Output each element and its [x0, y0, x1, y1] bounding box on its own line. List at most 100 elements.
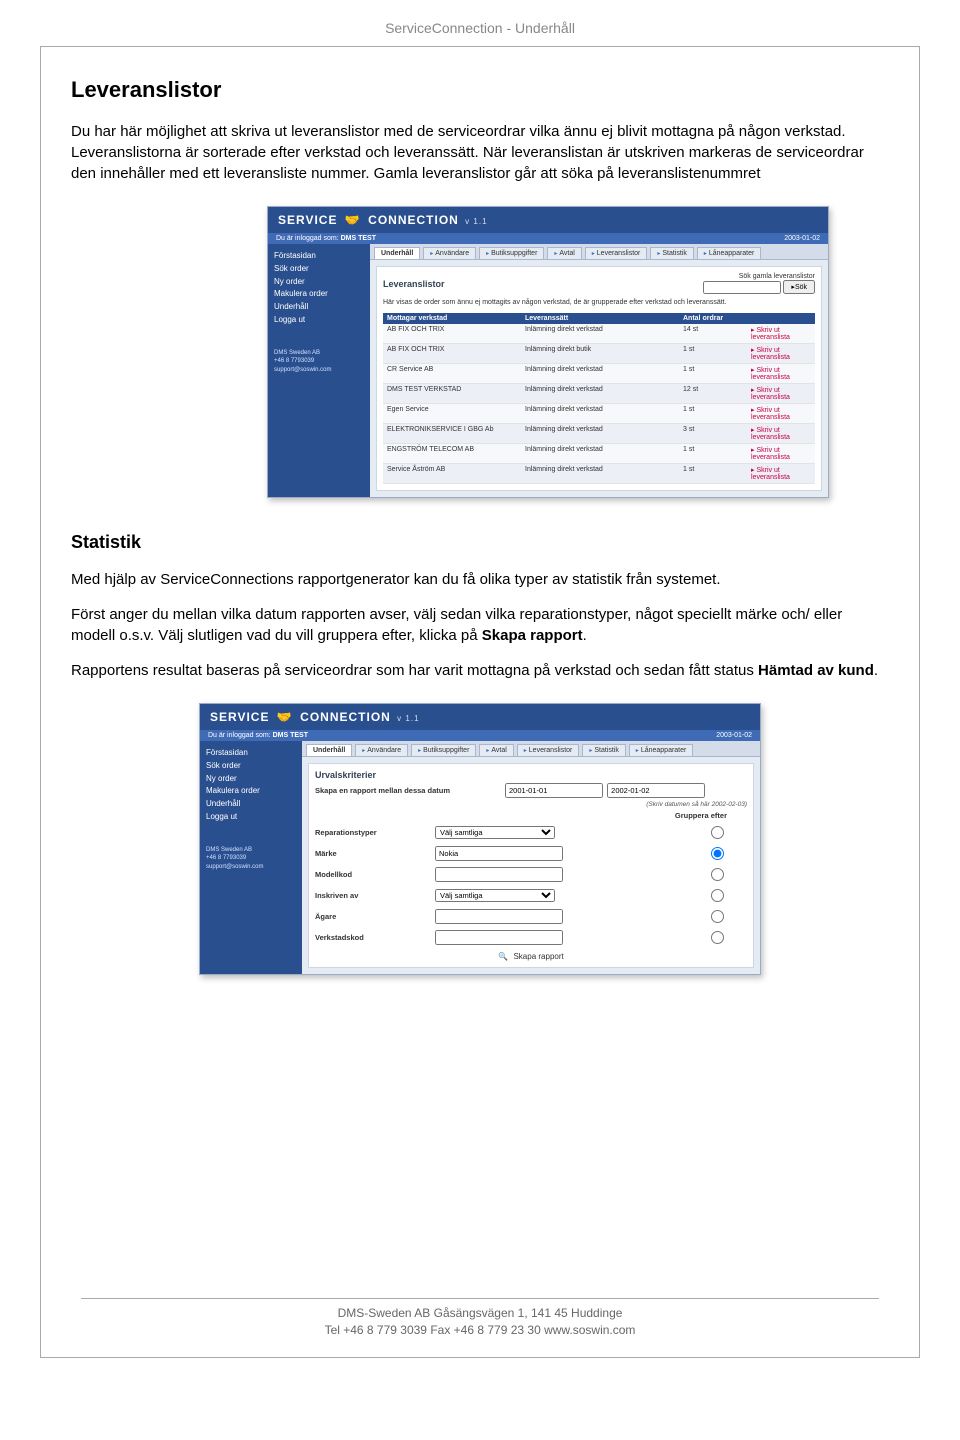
tab-statistik[interactable]: ▸Statistik — [650, 247, 694, 259]
login-bar: Du är inloggad som: DMS TEST 2003-01-02 — [200, 730, 760, 741]
section1-paragraph: Du har här möjlighet att skriva ut lever… — [71, 121, 889, 184]
date-hint: (Skriv datumen så här 2002-02-03) — [646, 801, 747, 808]
table-row: ELEKTRONIKSERVICE I GBG AbInlämning dire… — [383, 424, 815, 444]
section2-title: Statistik — [71, 532, 889, 553]
table-row: Service Åström ABInlämning direkt verkst… — [383, 464, 815, 484]
tab-bar: Underhåll ▸Användare ▸Butiksuppgifter ▸A… — [370, 244, 828, 260]
tab-anvandare[interactable]: ▸Användare — [355, 744, 408, 756]
print-link[interactable]: ▸Skriv ut leveranslista — [747, 324, 815, 343]
table-row: CR Service ABInlämning direkt verkstad1 … — [383, 364, 815, 384]
screenshot-statistik: SERVICE 🤝 CONNECTION v 1.1 Du är inlogga… — [199, 703, 761, 975]
row-agare: Ägare — [315, 907, 747, 925]
search-button[interactable]: ▸Sök — [783, 280, 815, 294]
support-block: DMS Sweden AB +46 8 7793039 support@sosw… — [206, 846, 296, 871]
sidebar-item[interactable]: Logga ut — [274, 314, 364, 327]
group-radio-reparationstyper[interactable] — [711, 826, 724, 839]
search-label: Sök gamla leveranslistor — [703, 273, 815, 280]
sidebar-item[interactable]: Ny order — [274, 276, 364, 289]
date-row: Skapa en rapport mellan dessa datum — [315, 783, 747, 798]
verkstad-input[interactable] — [435, 930, 563, 945]
sidebar-item[interactable]: Förstasidan — [274, 250, 364, 263]
row-verkstad: Verkstadskod — [315, 928, 747, 946]
create-report-link[interactable]: Skapa rapport — [513, 952, 563, 961]
sidebar-item[interactable]: Makulera order — [274, 288, 364, 301]
tab-underhall[interactable]: Underhåll — [306, 744, 352, 756]
row-marke: Märke — [315, 844, 747, 862]
app-header: SERVICE 🤝 CONNECTION v 1.1 — [268, 207, 828, 233]
doc-header: ServiceConnection - Underhåll — [40, 20, 920, 36]
sidebar-item[interactable]: Logga ut — [206, 811, 296, 824]
section2-p3: Rapportens resultat baseras på serviceor… — [71, 660, 889, 681]
modellkod-input[interactable] — [435, 867, 563, 882]
tab-leveranslistor[interactable]: ▸Leveranslistor — [517, 744, 580, 756]
print-link[interactable]: ▸Skriv ut leveranslista — [747, 384, 815, 403]
section1-title: Leveranslistor — [71, 77, 889, 103]
tab-anvandare[interactable]: ▸Användare — [423, 247, 476, 259]
search-block: Sök gamla leveranslistor ▸Sök — [703, 273, 815, 294]
group-radio-modellkod[interactable] — [711, 868, 724, 881]
tab-butiksuppgifter[interactable]: ▸Butiksuppgifter — [411, 744, 476, 756]
print-link[interactable]: ▸Skriv ut leveranslista — [747, 464, 815, 483]
handshake-icon: 🤝 — [342, 213, 364, 227]
support-block: DMS Sweden AB +46 8 7793039 support@sosw… — [274, 349, 364, 374]
table-row: DMS TEST VERKSTADInlämning direkt verkst… — [383, 384, 815, 404]
tab-avtal[interactable]: ▸Avtal — [479, 744, 513, 756]
table-header: Mottagar verkstad Leveranssätt Antal ord… — [383, 313, 815, 324]
print-link[interactable]: ▸Skriv ut leveranslista — [747, 404, 815, 423]
print-link[interactable]: ▸Skriv ut leveranslista — [747, 424, 815, 443]
tab-butiksuppgifter[interactable]: ▸Butiksuppgifter — [479, 247, 544, 259]
handshake-icon: 🤝 — [274, 710, 296, 724]
reparationstyper-select[interactable]: Välj samtliga — [435, 826, 555, 839]
sidebar: Förstasidan Sök order Ny order Makulera … — [200, 741, 302, 974]
app-header: SERVICE 🤝 CONNECTION v 1.1 — [200, 704, 760, 730]
inskriven-select[interactable]: Välj samtliga — [435, 889, 555, 902]
content-box: Leveranslistor Du har här möjlighet att … — [40, 46, 920, 1358]
tab-laneapparater[interactable]: ▸Låneapparater — [629, 744, 694, 756]
sidebar-item[interactable]: Underhåll — [206, 798, 296, 811]
sidebar-item[interactable]: Förstasidan — [206, 747, 296, 760]
table-row: AB FIX OCH TRIXInlämning direkt butik1 s… — [383, 344, 815, 364]
screenshot-leveranslistor-wrap: SERVICE 🤝 CONNECTION v 1.1 Du är inlogga… — [71, 206, 889, 498]
table-row: ENGSTRÖM TELECOM ABInlämning direkt verk… — [383, 444, 815, 464]
search-input[interactable] — [703, 281, 781, 294]
tab-statistik[interactable]: ▸Statistik — [582, 744, 626, 756]
row-inskriven: Inskriven av Välj samtliga — [315, 886, 747, 904]
screenshot-leveranslistor: SERVICE 🤝 CONNECTION v 1.1 Du är inlogga… — [267, 206, 829, 498]
panel-title: Leveranslistor — [383, 279, 445, 289]
marke-input[interactable] — [435, 846, 563, 861]
panel-description: Här visas de order som ännu ej mottagits… — [383, 298, 815, 307]
agare-input[interactable] — [435, 909, 563, 924]
row-modellkod: Modellkod — [315, 865, 747, 883]
sidebar-item[interactable]: Ny order — [206, 773, 296, 786]
tab-laneapparater[interactable]: ▸Låneapparater — [697, 247, 762, 259]
panel-title: Urvalskriterier — [315, 770, 747, 780]
date-to-input[interactable] — [607, 783, 705, 798]
sidebar-item[interactable]: Makulera order — [206, 785, 296, 798]
magnifier-icon: 🔍 — [498, 952, 508, 961]
sidebar-item[interactable]: Sök order — [274, 263, 364, 276]
tab-avtal[interactable]: ▸Avtal — [547, 247, 581, 259]
print-link[interactable]: ▸Skriv ut leveranslista — [747, 444, 815, 463]
sidebar: Förstasidan Sök order Ny order Makulera … — [268, 244, 370, 497]
group-radio-agare[interactable] — [711, 910, 724, 923]
page-footer: DMS-Sweden AB Gåsängsvägen 1, 141 45 Hud… — [41, 1298, 919, 1339]
sidebar-item[interactable]: Underhåll — [274, 301, 364, 314]
sidebar-item[interactable]: Sök order — [206, 760, 296, 773]
group-radio-marke[interactable] — [711, 847, 724, 860]
row-reparationstyper: Reparationstyper Välj samtliga — [315, 823, 747, 841]
section2-p1: Med hjälp av ServiceConnections rapportg… — [71, 569, 889, 590]
print-link[interactable]: ▸Skriv ut leveranslista — [747, 364, 815, 383]
group-by-label: Gruppera efter — [315, 811, 747, 820]
section2-p2: Först anger du mellan vilka datum rappor… — [71, 604, 889, 646]
group-radio-verkstad[interactable] — [711, 931, 724, 944]
login-bar: Du är inloggad som: DMS TEST 2003-01-02 — [268, 233, 828, 244]
tab-bar: Underhåll ▸Användare ▸Butiksuppgifter ▸A… — [302, 741, 760, 757]
tab-leveranslistor[interactable]: ▸Leveranslistor — [585, 247, 648, 259]
table-row: AB FIX OCH TRIXInlämning direkt verkstad… — [383, 324, 815, 344]
tab-underhall[interactable]: Underhåll — [374, 247, 420, 259]
screenshot-statistik-wrap: SERVICE 🤝 CONNECTION v 1.1 Du är inlogga… — [71, 703, 889, 975]
print-link[interactable]: ▸Skriv ut leveranslista — [747, 344, 815, 363]
date-from-input[interactable] — [505, 783, 603, 798]
group-radio-inskriven[interactable] — [711, 889, 724, 902]
table-row: Egen ServiceInlämning direkt verkstad1 s… — [383, 404, 815, 424]
